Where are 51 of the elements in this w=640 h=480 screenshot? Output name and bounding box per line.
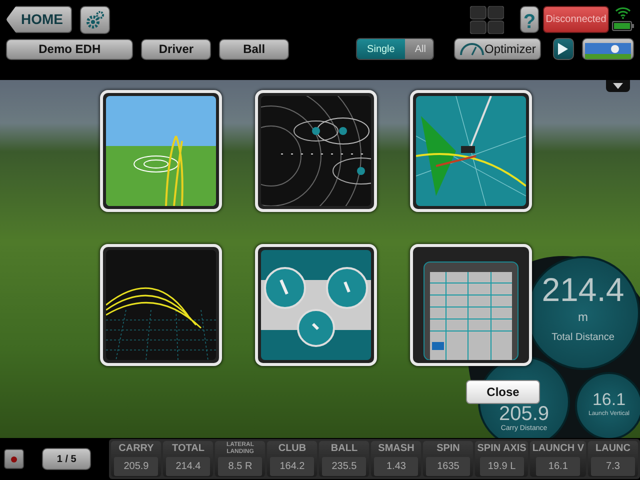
- dropdown-tab[interactable]: [606, 80, 630, 92]
- metric-label: SPIN AXIS: [477, 442, 526, 456]
- record-icon: [11, 454, 17, 464]
- metric-value: 235.5: [322, 457, 366, 476]
- metric-label: BALL: [330, 442, 358, 456]
- optimizer-button[interactable]: Optimizer: [454, 38, 541, 60]
- view-option-button[interactable]: [255, 90, 377, 212]
- club-button[interactable]: Driver: [141, 38, 212, 60]
- metric-label: TOTAL: [172, 442, 204, 456]
- metric-label: SPIN: [436, 442, 460, 456]
- metric-value: 1635: [426, 457, 470, 476]
- caret-icon: [613, 83, 623, 89]
- metric-value: 164.2: [270, 457, 314, 476]
- metric-label: SMASH: [378, 442, 414, 456]
- settings-icon: [85, 10, 105, 30]
- carry-distance-value: 205.9: [498, 404, 550, 424]
- ball-button[interactable]: Ball: [219, 38, 290, 60]
- play-icon: [558, 43, 568, 55]
- view-option-button[interactable]: [100, 90, 222, 212]
- metric-value: 8.5 R: [218, 457, 262, 476]
- shot-counter-button[interactable]: 1 / 5: [42, 448, 92, 470]
- launch-vertical-value: 16.1: [592, 390, 626, 410]
- metric-label: LAUNCH V: [532, 442, 584, 456]
- settings-button[interactable]: [80, 6, 110, 34]
- metric-label: LAUNC: [596, 442, 630, 456]
- play-button[interactable]: [552, 38, 574, 60]
- metric-value: 205.9: [114, 457, 158, 476]
- landscape-icon: [585, 42, 631, 59]
- view-option-button[interactable]: [255, 244, 377, 366]
- view-option-button[interactable]: [410, 244, 532, 366]
- metric-label: CARRY: [118, 442, 154, 456]
- metric-value: 16.1: [536, 457, 580, 476]
- metric-value: 214.4: [166, 457, 210, 476]
- distance-unit: m: [578, 309, 588, 326]
- metric-value: 7.3: [591, 457, 635, 476]
- close-button[interactable]: Close: [466, 380, 540, 404]
- profile-button[interactable]: Demo EDH: [6, 38, 134, 60]
- view-option-button[interactable]: [100, 244, 222, 366]
- total-distance-label: Total Distance: [552, 331, 614, 345]
- metric-label: CLUB: [278, 442, 306, 456]
- metric-value: 19.9 L: [480, 457, 524, 476]
- view-mode-tab[interactable]: Single: [357, 39, 405, 59]
- battery-icon: [612, 21, 634, 31]
- view-option-button[interactable]: [410, 90, 532, 212]
- home-button[interactable]: HOME: [6, 6, 72, 33]
- metric-value: 1.43: [374, 457, 418, 476]
- scene-button[interactable]: [582, 38, 634, 60]
- gauge-icon: [458, 42, 485, 56]
- wifi-icon: [615, 6, 631, 19]
- record-button[interactable]: [4, 449, 24, 469]
- total-distance-value: 214.4: [542, 272, 624, 308]
